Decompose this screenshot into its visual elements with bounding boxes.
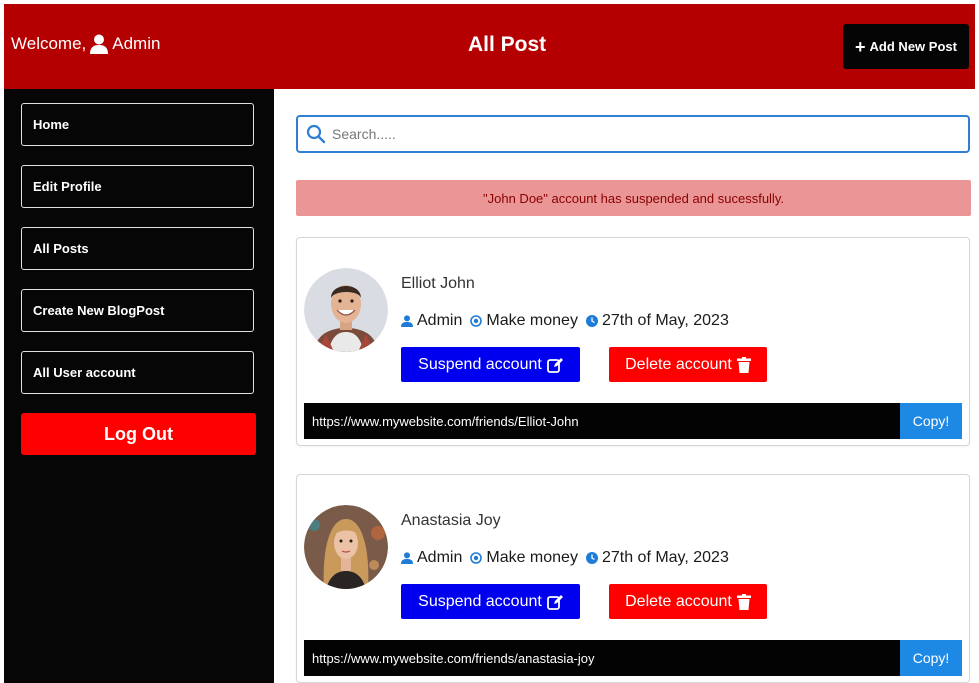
- post-meta: Admin Make money 27th of May, 2023: [401, 549, 729, 567]
- post-date: 27th of May, 2023: [601, 312, 729, 329]
- post-category: Make money: [486, 549, 578, 566]
- post-card: Anastasia Joy Admin Make money 27th of M…: [296, 474, 970, 683]
- user-icon: [90, 34, 109, 54]
- status-alert: "John Doe" account has suspended and suc…: [296, 180, 971, 216]
- clock-icon: [585, 315, 598, 327]
- edit-icon: [546, 357, 563, 373]
- trash-icon: [736, 593, 751, 610]
- suspend-account-button[interactable]: Suspend account: [401, 584, 580, 619]
- sidebar-item-create-new-blogpost[interactable]: Create New BlogPost: [21, 289, 254, 332]
- sidebar-item-all-user-account[interactable]: All User account: [21, 351, 254, 394]
- delete-account-label: Delete account: [625, 592, 732, 610]
- main-content: "John Doe" account has suspended and suc…: [274, 89, 975, 683]
- globe-icon: [470, 552, 483, 564]
- search-input[interactable]: [332, 126, 952, 142]
- copy-url-button[interactable]: Copy!: [900, 403, 962, 439]
- suspend-account-button[interactable]: Suspend account: [401, 347, 580, 382]
- post-date: 27th of May, 2023: [601, 549, 729, 566]
- search-box: [296, 115, 970, 153]
- profile-url: https://www.mywebsite.com/friends/anasta…: [304, 640, 901, 676]
- sidebar-item-all-posts[interactable]: All Posts: [21, 227, 254, 270]
- copy-url-button[interactable]: Copy!: [900, 640, 962, 676]
- post-meta: Admin Make money 27th of May, 2023: [401, 312, 729, 330]
- top-header: Welcome, Admin All Post + Add New Post: [4, 4, 975, 89]
- post-author: Admin: [417, 312, 463, 329]
- admin-name: Admin: [112, 34, 161, 53]
- sidebar-item-home[interactable]: Home: [21, 103, 254, 146]
- suspend-account-label: Suspend account: [418, 355, 542, 373]
- sidebar: Home Edit Profile All Posts Create New B…: [4, 89, 274, 683]
- suspend-account-label: Suspend account: [418, 592, 542, 610]
- user-icon: [401, 315, 413, 327]
- welcome-text: Welcome,: [11, 34, 87, 53]
- post-author-name: Elliot John: [401, 275, 475, 292]
- delete-account-button[interactable]: Delete account: [609, 347, 767, 382]
- post-author: Admin: [417, 549, 463, 566]
- clock-icon: [585, 552, 598, 564]
- avatar: [304, 505, 388, 589]
- user-icon: [401, 552, 413, 564]
- plus-icon: +: [855, 36, 866, 57]
- edit-icon: [546, 594, 563, 610]
- post-author-name: Anastasia Joy: [401, 512, 501, 529]
- welcome-message: Welcome, Admin: [11, 34, 160, 54]
- delete-account-label: Delete account: [625, 355, 732, 373]
- add-new-post-label: Add New Post: [869, 39, 957, 54]
- delete-account-button[interactable]: Delete account: [609, 584, 767, 619]
- sidebar-item-edit-profile[interactable]: Edit Profile: [21, 165, 254, 208]
- search-icon: [306, 124, 326, 144]
- add-new-post-button[interactable]: + Add New Post: [843, 24, 969, 69]
- post-category: Make money: [486, 312, 578, 329]
- post-card: Elliot John Admin Make money 27th of May…: [296, 237, 970, 446]
- globe-icon: [470, 315, 483, 327]
- page-title: All Post: [468, 33, 547, 56]
- logout-button[interactable]: Log Out: [21, 413, 256, 455]
- app-frame: Welcome, Admin All Post + Add New Post H…: [4, 4, 975, 683]
- avatar: [304, 268, 388, 352]
- profile-url: https://www.mywebsite.com/friends/Elliot…: [304, 403, 901, 439]
- trash-icon: [736, 356, 751, 373]
